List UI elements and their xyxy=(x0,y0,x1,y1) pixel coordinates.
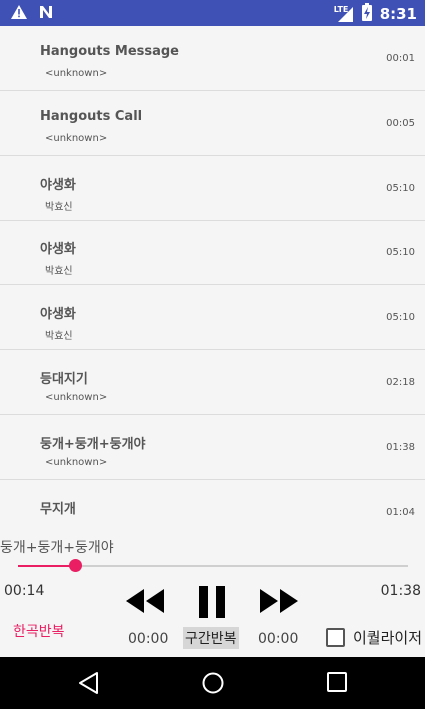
navigation-bar xyxy=(0,657,425,709)
track-duration: 00:05 xyxy=(386,118,415,129)
section-end-time: 00:00 xyxy=(258,631,299,647)
track-duration: 02:18 xyxy=(386,377,415,388)
repeat-one-button[interactable]: 한곡반복 xyxy=(13,621,65,641)
elapsed-time: 00:14 xyxy=(4,583,45,599)
track-artist: 박효신 xyxy=(45,202,73,213)
section-start-time: 00:00 xyxy=(128,631,169,647)
equalizer-label: 이퀄라이저 xyxy=(353,629,423,647)
recents-icon[interactable] xyxy=(326,671,348,697)
track-duration: 01:38 xyxy=(386,442,415,453)
track-item[interactable]: 무지개 01:04 xyxy=(0,480,425,523)
track-item[interactable]: 야생화 박효신 05:10 xyxy=(0,220,425,285)
track-artist: <unknown> xyxy=(45,457,108,468)
track-title: Hangouts Message xyxy=(40,44,180,59)
track-title: 야생화 xyxy=(40,307,76,322)
track-item[interactable]: 야생화 박효신 05:10 xyxy=(0,285,425,350)
seek-bar-progress xyxy=(18,565,75,567)
track-title: 무지개 xyxy=(40,502,76,517)
track-list[interactable]: Hangouts Message <unknown> 00:01 Hangout… xyxy=(0,26,425,523)
seek-bar[interactable] xyxy=(18,559,408,572)
back-icon[interactable] xyxy=(78,671,100,699)
track-artist: <unknown> xyxy=(45,392,108,403)
equalizer-toggle[interactable]: 이퀄라이저 xyxy=(326,627,422,648)
track-title: 등대지기 xyxy=(40,372,88,387)
track-title: 야생화 xyxy=(40,242,76,257)
track-item[interactable]: 둥개+둥개+둥개야 <unknown> 01:38 xyxy=(0,415,425,480)
fast-forward-icon[interactable] xyxy=(259,585,299,621)
equalizer-checkbox[interactable] xyxy=(326,628,345,647)
n-notification-icon xyxy=(38,4,54,24)
rewind-icon[interactable] xyxy=(125,585,165,621)
now-playing-title: 둥개+둥개+둥개야 xyxy=(0,540,114,556)
track-item[interactable]: 등대지기 <unknown> 02:18 xyxy=(0,350,425,415)
track-artist: <unknown> xyxy=(45,68,108,79)
clock: 8:31 xyxy=(379,5,417,23)
track-item[interactable]: Hangouts Call <unknown> 00:05 xyxy=(0,91,425,156)
track-duration: 00:01 xyxy=(386,53,415,64)
track-artist: 박효신 xyxy=(45,266,73,277)
status-bar: LTE 8:31 xyxy=(0,0,425,26)
track-title: Hangouts Call xyxy=(40,109,143,124)
lte-signal-icon: LTE xyxy=(334,5,354,23)
home-icon[interactable] xyxy=(201,671,225,699)
track-title: 둥개+둥개+둥개야 xyxy=(40,437,146,452)
track-duration: 01:04 xyxy=(386,507,415,518)
track-duration: 05:10 xyxy=(386,247,415,258)
track-title: 야생화 xyxy=(40,178,76,193)
seek-bar-thumb[interactable] xyxy=(68,559,82,572)
section-repeat-button[interactable]: 구간반복 xyxy=(183,627,239,649)
track-duration: 05:10 xyxy=(386,312,415,323)
pause-icon[interactable] xyxy=(197,585,227,623)
track-item[interactable]: Hangouts Message <unknown> 00:01 xyxy=(0,26,425,91)
track-artist: <unknown> xyxy=(45,133,108,144)
track-item[interactable]: 야생화 박효신 05:10 xyxy=(0,156,425,221)
total-time: 01:38 xyxy=(380,583,421,599)
track-duration: 05:10 xyxy=(386,183,415,194)
battery-charging-icon xyxy=(361,3,372,25)
track-artist: 박효신 xyxy=(45,331,73,342)
warning-icon xyxy=(10,4,28,24)
